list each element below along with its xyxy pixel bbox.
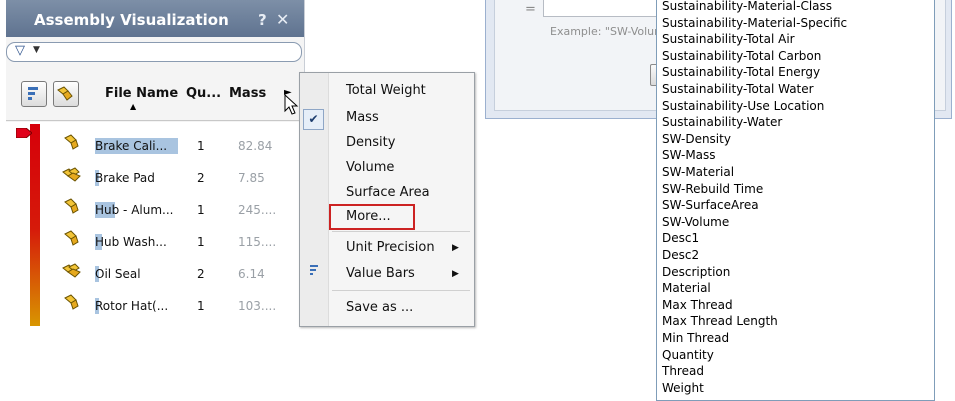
file-name-cell: Rotor Hat(... xyxy=(95,299,169,313)
menu-item-mass[interactable]: Mass xyxy=(346,110,379,125)
property-list-item[interactable]: Desc2 xyxy=(662,248,699,262)
property-list-item[interactable]: Sustainability-Water xyxy=(662,115,782,129)
menu-item-save-as[interactable]: Save as ... xyxy=(346,300,413,315)
table-row[interactable]: Hub - Alum... 1 245.... xyxy=(6,194,304,223)
multi-part-icon xyxy=(62,262,82,283)
table-row[interactable]: Oil Seal 2 6.14 xyxy=(6,258,304,287)
mouse-cursor-icon xyxy=(284,94,299,115)
property-list-item[interactable]: Sustainability-Material-Class xyxy=(662,0,832,13)
submenu-arrow-icon: ▶ xyxy=(452,269,459,279)
file-name-cell: Hub - Alum... xyxy=(95,203,174,217)
mass-cell: 115.... xyxy=(238,235,277,249)
property-list-item[interactable]: Weight xyxy=(662,381,704,395)
assembly-visualization-panel: Assembly Visualization ? ✕ ▽ ▼ File Name… xyxy=(6,0,305,326)
filter-bar[interactable]: ▽ ▼ xyxy=(6,42,302,62)
property-list-item[interactable]: SW-Rebuild Time xyxy=(662,182,763,196)
close-icon[interactable]: ✕ xyxy=(276,10,289,29)
chevron-down-icon[interactable]: ▼ xyxy=(33,45,40,55)
single-part-icon xyxy=(62,294,82,315)
filter-icon[interactable]: ▽ xyxy=(15,43,25,58)
menu-item-density[interactable]: Density xyxy=(346,135,395,150)
quantity-cell: 1 xyxy=(197,235,205,249)
mass-cell: 103.... xyxy=(238,299,277,313)
group-view-button[interactable] xyxy=(53,81,79,107)
menu-item-total-weight[interactable]: Total Weight xyxy=(346,83,426,98)
mass-cell: 7.85 xyxy=(238,171,265,185)
property-list-item[interactable]: Thread xyxy=(662,364,704,378)
menu-item-volume[interactable]: Volume xyxy=(346,160,394,175)
property-list-item[interactable]: Sustainability-Material-Specific xyxy=(662,16,847,30)
sort-ascending-icon: ▲ xyxy=(130,102,137,111)
mass-cell: 82.84 xyxy=(238,139,273,153)
slider-marker-icon[interactable] xyxy=(16,128,32,138)
property-list-item[interactable]: Quantity xyxy=(662,348,714,362)
property-list-item[interactable]: Sustainability-Total Carbon xyxy=(662,49,821,63)
mass-cell: 6.14 xyxy=(238,267,265,281)
quantity-cell: 2 xyxy=(197,171,205,185)
property-list-item[interactable]: SW-Mass xyxy=(662,148,716,162)
file-name-cell: Brake Cali... xyxy=(95,139,168,153)
property-list-item[interactable]: Sustainability-Total Water xyxy=(662,82,814,96)
help-icon[interactable]: ? xyxy=(258,11,267,29)
example-hint: Example: "SW-Volum xyxy=(550,25,665,38)
value-bars-icon xyxy=(310,265,318,275)
property-list-item[interactable]: Max Thread Length xyxy=(662,314,778,328)
quantity-cell: 1 xyxy=(197,139,205,153)
column-header-area: File Name ▲ Qu... Mass ► xyxy=(6,66,304,121)
table-row[interactable]: Hub Wash... 1 115.... xyxy=(6,226,304,255)
table-row[interactable]: Brake Cali... 1 82.84 xyxy=(6,130,304,159)
equals-label: = xyxy=(525,2,536,17)
property-list-item[interactable]: Sustainability-Total Air xyxy=(662,32,795,46)
submenu-arrow-icon: ▶ xyxy=(452,243,459,253)
property-list-item[interactable]: SW-Density xyxy=(662,132,731,146)
value-color-scale xyxy=(30,124,40,326)
multi-part-icon xyxy=(62,166,82,187)
table-row[interactable]: Rotor Hat(... 1 103.... xyxy=(6,290,304,319)
checkmark-icon: ✔ xyxy=(303,109,324,130)
file-name-cell: Brake Pad xyxy=(95,171,155,185)
menu-item-value-bars[interactable]: Value Bars xyxy=(346,266,415,281)
quantity-cell: 1 xyxy=(197,203,205,217)
menu-item-surface-area[interactable]: Surface Area xyxy=(346,185,430,200)
multi-part-icon xyxy=(57,86,73,101)
property-list-item[interactable]: Sustainability-Total Energy xyxy=(662,65,820,79)
menu-separator xyxy=(332,231,470,232)
value-bars-toggle-button[interactable] xyxy=(21,81,47,107)
property-list-item[interactable]: Desc1 xyxy=(662,231,699,245)
mass-column-context-menu: ✔ Total Weight Mass Density Volume Surfa… xyxy=(299,72,475,327)
menu-separator xyxy=(332,290,470,291)
panel-title-bar: Assembly Visualization ? ✕ xyxy=(6,0,304,37)
file-name-cell: Oil Seal xyxy=(95,267,141,281)
column-header-quantity[interactable]: Qu... xyxy=(186,86,221,101)
property-dropdown-list: Sustainability-Material-Class Sustainabil… xyxy=(656,0,935,401)
value-bars-icon xyxy=(28,87,38,100)
property-list-item[interactable]: Sustainability-Use Location xyxy=(662,99,824,113)
single-part-icon xyxy=(62,134,82,155)
table-row[interactable]: Brake Pad 2 7.85 xyxy=(6,162,304,191)
property-list-item[interactable]: SW-Material xyxy=(662,165,734,179)
menu-item-unit-precision[interactable]: Unit Precision xyxy=(346,240,435,255)
mass-cell: 245.... xyxy=(238,203,277,217)
property-list-item[interactable]: Material xyxy=(662,281,711,295)
property-name-field[interactable] xyxy=(543,0,671,17)
single-part-icon xyxy=(62,230,82,251)
quantity-cell: 1 xyxy=(197,299,205,313)
column-header-mass[interactable]: Mass xyxy=(229,86,266,101)
component-table: Brake Cali... 1 82.84 Brake Pad 2 7.85 Hub - A… xyxy=(6,122,304,326)
property-list-item[interactable]: SW-Volume xyxy=(662,215,729,229)
more-highlight-box xyxy=(329,204,415,230)
property-list-item[interactable]: Description xyxy=(662,265,730,279)
property-list-item[interactable]: Min Thread xyxy=(662,331,729,345)
property-list-item[interactable]: SW-SurfaceArea xyxy=(662,198,759,212)
property-list-item[interactable]: Max Thread xyxy=(662,298,733,312)
quantity-cell: 2 xyxy=(197,267,205,281)
panel-title: Assembly Visualization xyxy=(34,11,229,29)
file-name-cell: Hub Wash... xyxy=(95,235,167,249)
single-part-icon xyxy=(62,198,82,219)
column-header-file-name[interactable]: File Name xyxy=(105,86,178,101)
